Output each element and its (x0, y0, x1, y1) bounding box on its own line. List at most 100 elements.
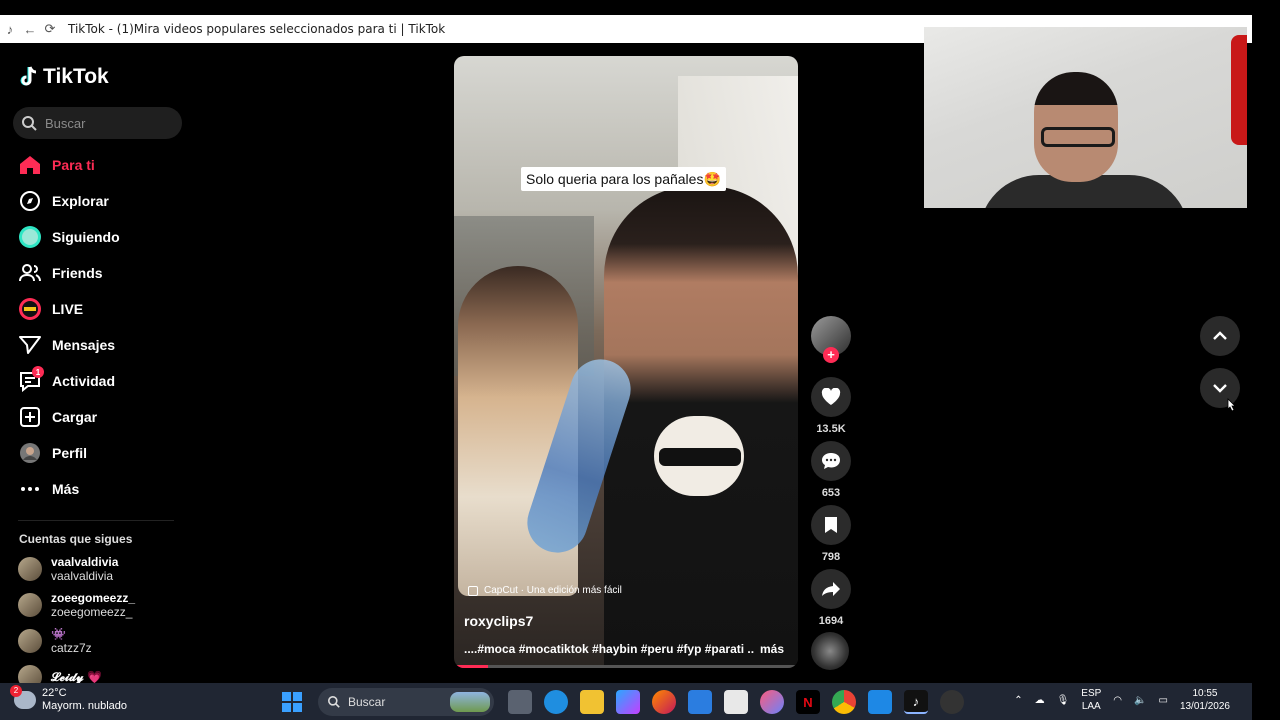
music-disc-icon[interactable] (811, 632, 849, 670)
nav-item-cargar[interactable]: Cargar (18, 399, 188, 435)
nav-item-mas[interactable]: Más (18, 471, 188, 507)
itunes-icon[interactable] (760, 690, 784, 714)
netflix-icon[interactable]: N (796, 690, 820, 714)
reload-icon[interactable]: ⟳ (40, 21, 60, 37)
edge-browser-icon[interactable] (544, 690, 568, 714)
video-player[interactable]: Solo queria para los pañales🤩 CapCut · U… (454, 56, 798, 668)
system-tray: ⌃ ☁ 🎙 ESP LAA ◠ 🔈 ▭ 10:55 13/01/2026 (1008, 687, 1236, 713)
language-indicator[interactable]: ESP LAA (1081, 687, 1101, 713)
comment-button[interactable] (811, 441, 851, 481)
webcam-person-glasses (1041, 127, 1115, 147)
following-list: vaalvaldivia vaalvaldivia zoeegomeezz_ zoe… (18, 551, 188, 695)
more-icon (18, 477, 42, 501)
nav-item-live[interactable]: LIVE (18, 291, 188, 327)
microsoft-store-icon[interactable] (688, 690, 712, 714)
search-placeholder: Buscar (45, 115, 86, 131)
following-account[interactable]: 👾 catzz7z (18, 623, 188, 659)
nav-label: Mensajes (52, 337, 116, 353)
search-input[interactable]: Buscar (13, 107, 182, 139)
logo-text: TikTok (43, 65, 109, 88)
firefox-icon[interactable] (652, 690, 676, 714)
nav-label: Más (52, 481, 80, 497)
onedrive-cloud-icon[interactable]: ☁ (1035, 694, 1045, 707)
video-progress-bar[interactable] (454, 665, 798, 668)
task-view-icon[interactable] (508, 690, 532, 714)
nav-label: Siguiendo (52, 229, 120, 245)
video-caption-overlay: Solo queria para los pañales🤩 (521, 167, 726, 191)
comment-count: 653 (821, 487, 841, 499)
webcam-background-object (1231, 35, 1247, 145)
notes-app-icon[interactable] (868, 690, 892, 714)
like-button[interactable] (811, 377, 851, 417)
video-username[interactable]: roxyclips7 (464, 613, 533, 629)
heart-icon (821, 388, 841, 405)
wifi-icon[interactable]: ◠ (1113, 694, 1122, 707)
share-action: 1694 (811, 569, 851, 627)
chevron-up-icon (1213, 331, 1227, 340)
more-button[interactable]: más (760, 642, 784, 656)
avatar (18, 629, 42, 653)
nav-item-siguiendo[interactable]: Siguiendo (18, 219, 188, 255)
following-account[interactable]: zoeegomeezz_ zoeegomeezz_ (18, 587, 188, 623)
search-icon (22, 115, 37, 131)
nav-item-actividad[interactable]: 1 Actividad (18, 363, 188, 399)
sidebar: TikTok Buscar Para ti Explorar Siguiendo (0, 43, 190, 689)
share-arrow-icon (822, 582, 840, 596)
back-arrow-icon[interactable]: ← (20, 22, 40, 37)
nav-label: Cargar (52, 409, 98, 425)
nav-item-friends[interactable]: Friends (18, 255, 188, 291)
compass-icon (18, 189, 42, 213)
account-handle: zoeegomeezz_ (51, 605, 133, 619)
video-hashtags[interactable]: ....#moca #mocatiktok #haybin #peru #fyp… (464, 642, 754, 656)
tray-chevron-up-icon[interactable]: ⌃ (1014, 694, 1022, 707)
comment-icon (822, 453, 840, 469)
search-highlight-image (450, 692, 490, 712)
capcut-label[interactable]: CapCut · Una edición más fácil (468, 585, 622, 596)
account-name: 👾 (51, 627, 66, 641)
nav-item-explorar[interactable]: Explorar (18, 183, 188, 219)
comment-action: 653 (811, 441, 851, 499)
following-icon (18, 225, 42, 249)
taskbar-apps: Buscar N ♪ (274, 688, 970, 716)
clock[interactable]: 10:55 13/01/2026 (1180, 687, 1230, 713)
home-icon (18, 153, 42, 177)
windows-start-icon[interactable] (280, 690, 304, 714)
previous-video-button[interactable] (1200, 316, 1240, 356)
chevron-down-icon (1213, 384, 1227, 393)
battery-icon[interactable]: ▭ (1158, 694, 1167, 707)
bookmark-icon (825, 517, 837, 533)
share-count: 1694 (818, 615, 844, 627)
file-explorer-icon[interactable] (580, 690, 604, 714)
progress-fill (454, 665, 489, 668)
language-code: ESP (1081, 688, 1102, 699)
temperature: 22°C (42, 687, 67, 699)
nav-item-mensajes[interactable]: Mensajes (18, 327, 188, 363)
nav-item-perfil[interactable]: Perfil (18, 435, 188, 471)
nav-label: Perfil (52, 445, 88, 461)
following-account[interactable]: vaalvaldivia vaalvaldivia (18, 551, 188, 587)
share-button[interactable] (811, 569, 851, 609)
microphone-icon[interactable]: 🎙 (1057, 694, 1070, 707)
copilot-icon[interactable] (616, 690, 640, 714)
nav-item-para-ti[interactable]: Para ti (18, 147, 188, 183)
nav-label: LIVE (52, 301, 84, 317)
chrome-icon[interactable] (832, 690, 856, 714)
account-handle: catzz7z (51, 641, 92, 655)
tiktok-favicon-icon: ♪ (6, 21, 14, 37)
avatar (18, 593, 42, 617)
bookmark-button[interactable] (811, 505, 851, 545)
weather-description: Mayorm. nublado (42, 700, 127, 712)
tiktok-app-icon[interactable]: ♪ (904, 690, 928, 714)
speaker-icon[interactable]: 🔈 (1134, 694, 1146, 707)
app-with-notification-icon[interactable] (940, 690, 964, 714)
weather-widget[interactable]: 2 22°C Mayorm. nublado (10, 685, 127, 713)
taskbar-search[interactable]: Buscar (318, 688, 494, 716)
webcam-overlay (924, 27, 1247, 208)
snipping-tool-icon[interactable] (724, 690, 748, 714)
search-icon (328, 696, 340, 708)
tiktok-logo[interactable]: TikTok (19, 65, 109, 89)
date: 13/01/2026 (1179, 701, 1230, 712)
follow-plus-icon[interactable]: + (823, 347, 839, 363)
page-title: TikTok - (1)Mira videos populares selecc… (68, 22, 446, 36)
account-name: 𝓛𝓮𝓲𝓭𝔂 💗 (51, 670, 102, 684)
